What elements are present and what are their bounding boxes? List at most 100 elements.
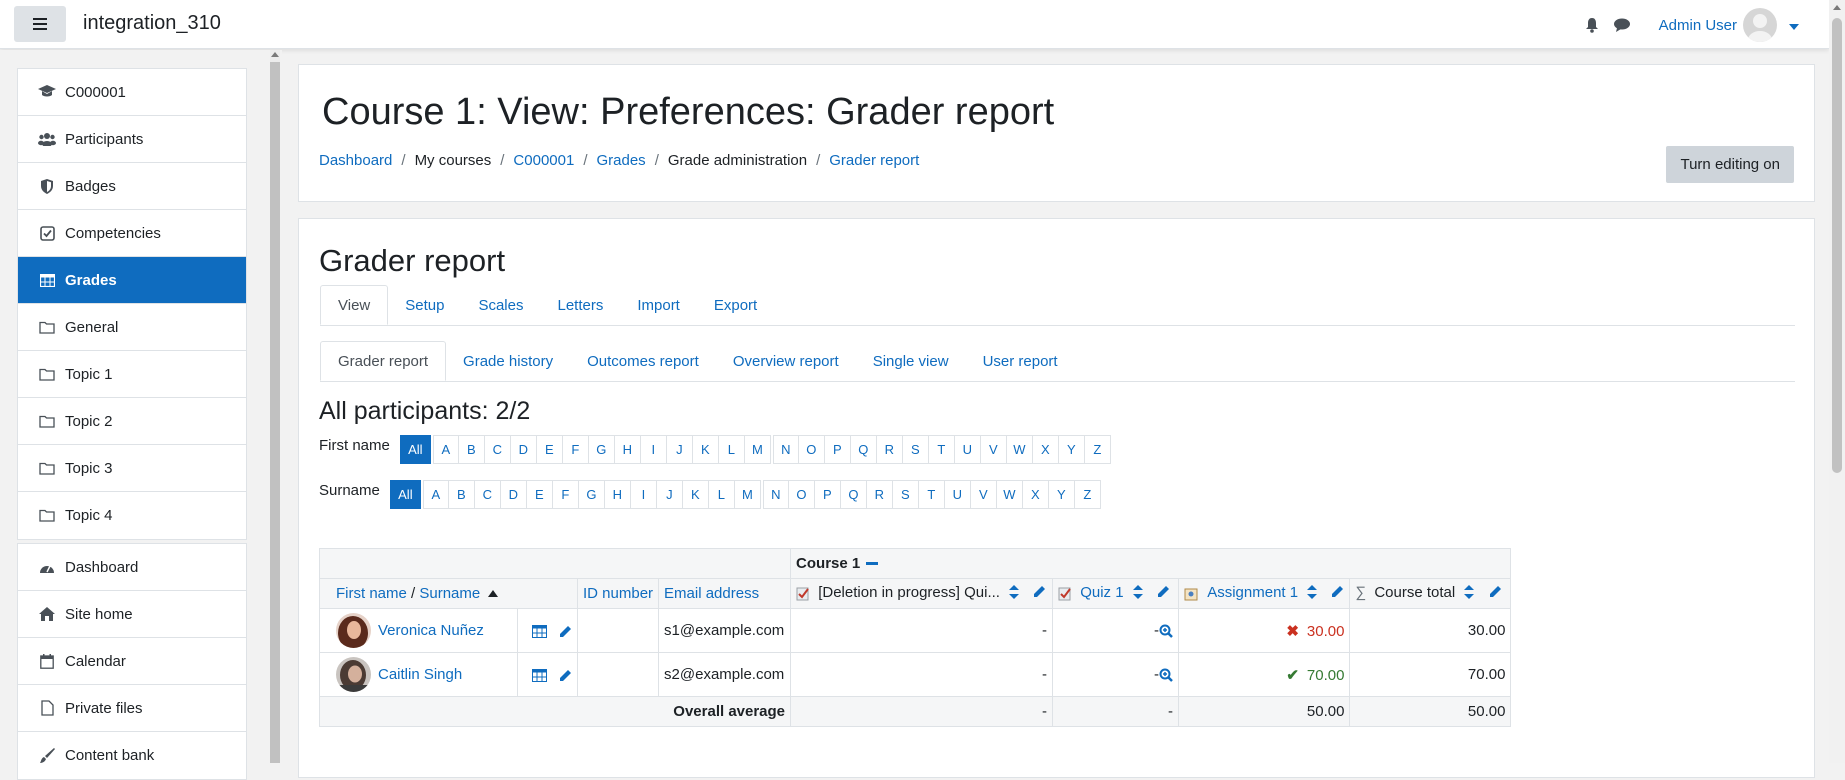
sort-icon[interactable] xyxy=(1132,584,1143,603)
avatar[interactable] xyxy=(1743,8,1777,42)
edit-pencil-icon[interactable] xyxy=(559,622,572,639)
email-header[interactable]: Email address xyxy=(658,578,792,609)
surname-initial-f[interactable]: F xyxy=(552,480,579,509)
drawer-scrollbar[interactable] xyxy=(270,50,280,763)
surname-all-button[interactable]: All xyxy=(389,480,421,509)
surname-initial-w[interactable]: W xyxy=(996,480,1023,509)
firstname-initial-y[interactable]: Y xyxy=(1058,435,1085,464)
surname-initial-l[interactable]: L xyxy=(708,480,735,509)
breadcrumb-item[interactable]: Grader report xyxy=(829,152,919,169)
firstname-initial-f[interactable]: F xyxy=(562,435,589,464)
menu-toggle-button[interactable] xyxy=(14,6,66,42)
breadcrumb-item[interactable]: C000001 xyxy=(513,152,574,169)
edit-pencil-icon[interactable] xyxy=(1033,585,1046,602)
surname-initial-z[interactable]: Z xyxy=(1074,480,1101,509)
tab-grade-history[interactable]: Grade history xyxy=(446,341,570,381)
firstname-initial-q[interactable]: Q xyxy=(850,435,877,464)
grade-cell[interactable]: - xyxy=(1052,608,1180,653)
firstname-initial-l[interactable]: L xyxy=(718,435,745,464)
firstname-initial-w[interactable]: W xyxy=(1006,435,1033,464)
table-icon[interactable] xyxy=(531,622,547,639)
grade-cell[interactable]: 30.00 xyxy=(1349,608,1512,653)
tab-setup[interactable]: Setup xyxy=(388,285,461,325)
surname-initial-a[interactable]: A xyxy=(422,480,449,509)
sidebar-item-site-home[interactable]: Site home xyxy=(18,591,246,638)
sidebar-item-general[interactable]: General xyxy=(18,304,246,351)
sidebar-item-topic-2[interactable]: Topic 2 xyxy=(18,398,246,445)
student-name-link[interactable]: Caitlin Singh xyxy=(378,666,462,683)
surname-initial-k[interactable]: K xyxy=(682,480,709,509)
tab-user-report[interactable]: User report xyxy=(966,341,1075,381)
grade-cell[interactable]: 70.00 xyxy=(1349,652,1512,697)
grade-cell[interactable]: ✖ 30.00 xyxy=(1178,608,1351,653)
surname-initial-r[interactable]: R xyxy=(866,480,893,509)
firstname-initial-e[interactable]: E xyxy=(536,435,563,464)
surname-initial-h[interactable]: H xyxy=(604,480,631,509)
student-name-link[interactable]: Veronica Nuñez xyxy=(378,622,484,639)
surname-initial-x[interactable]: X xyxy=(1022,480,1049,509)
table-icon[interactable] xyxy=(531,666,547,683)
messages-button[interactable] xyxy=(1607,10,1637,40)
firstname-initial-r[interactable]: R xyxy=(876,435,903,464)
turn-editing-on-button[interactable]: Turn editing on xyxy=(1666,146,1794,183)
surname-initial-b[interactable]: B xyxy=(448,480,475,509)
sidebar-item-participants[interactable]: Participants xyxy=(18,116,246,163)
firstname-initial-a[interactable]: A xyxy=(432,435,459,464)
item-header-assignment1[interactable]: Assignment 1 xyxy=(1178,578,1351,609)
tab-export[interactable]: Export xyxy=(697,285,774,325)
firstname-initial-c[interactable]: C xyxy=(484,435,511,464)
sidebar-item-content-bank[interactable]: Content bank xyxy=(18,732,246,779)
edit-pencil-icon[interactable] xyxy=(1489,585,1502,602)
surname-initial-j[interactable]: J xyxy=(656,480,683,509)
site-name[interactable]: integration_310 xyxy=(83,12,221,35)
item-header-quiz1[interactable]: Quiz 1 xyxy=(1052,578,1180,609)
sidebar-item-topic-4[interactable]: Topic 4 xyxy=(18,492,246,539)
avatar[interactable] xyxy=(336,657,371,692)
page-scrollbar[interactable] xyxy=(1829,0,1845,763)
sidebar-item-dashboard[interactable]: Dashboard xyxy=(18,544,246,591)
sidebar-item-badges[interactable]: Badges xyxy=(18,163,246,210)
surname-initial-y[interactable]: Y xyxy=(1048,480,1075,509)
firstname-initial-b[interactable]: B xyxy=(458,435,485,464)
avatar[interactable] xyxy=(336,613,371,648)
firstname-initial-n[interactable]: N xyxy=(772,435,799,464)
sidebar-item-private-files[interactable]: Private files xyxy=(18,685,246,732)
firstname-initial-t[interactable]: T xyxy=(928,435,955,464)
surname-initial-v[interactable]: V xyxy=(970,480,997,509)
grade-cell[interactable]: - xyxy=(790,608,1054,653)
breadcrumb-item[interactable]: Grades xyxy=(596,152,645,169)
sidebar-item-topic-1[interactable]: Topic 1 xyxy=(18,351,246,398)
edit-pencil-icon[interactable] xyxy=(559,666,572,683)
tab-grader-report[interactable]: Grader report xyxy=(320,341,447,381)
firstname-initial-m[interactable]: M xyxy=(744,435,771,464)
sidebar-item-topic-3[interactable]: Topic 3 xyxy=(18,445,246,492)
grade-cell[interactable]: ✔ 70.00 xyxy=(1178,652,1351,697)
sidebar-item-grades[interactable]: Grades xyxy=(18,257,246,304)
tab-letters[interactable]: Letters xyxy=(540,285,620,325)
grade-cell[interactable]: - xyxy=(1052,652,1180,697)
firstname-initial-o[interactable]: O xyxy=(798,435,825,464)
surname-initial-p[interactable]: P xyxy=(814,480,841,509)
tab-scales[interactable]: Scales xyxy=(461,285,540,325)
surname-initial-t[interactable]: T xyxy=(918,480,945,509)
breadcrumb-item[interactable]: Dashboard xyxy=(319,152,392,169)
zoom-icon[interactable] xyxy=(1159,622,1173,639)
tab-single-view[interactable]: Single view xyxy=(856,341,966,381)
surname-initial-q[interactable]: Q xyxy=(840,480,867,509)
user-menu-name[interactable]: Admin User xyxy=(1659,17,1737,34)
surname-initial-i[interactable]: I xyxy=(630,480,657,509)
firstname-initial-v[interactable]: V xyxy=(980,435,1007,464)
grade-cell[interactable]: - xyxy=(790,652,1054,697)
tab-overview-report[interactable]: Overview report xyxy=(716,341,856,381)
firstname-initial-p[interactable]: P xyxy=(824,435,851,464)
sidebar-item-c000001[interactable]: C000001 xyxy=(18,69,246,116)
sort-surname-link[interactable]: Surname xyxy=(419,585,480,602)
firstname-initial-h[interactable]: H xyxy=(614,435,641,464)
surname-initial-u[interactable]: U xyxy=(944,480,971,509)
firstname-initial-k[interactable]: K xyxy=(692,435,719,464)
firstname-initial-g[interactable]: G xyxy=(588,435,615,464)
firstname-initial-d[interactable]: D xyxy=(510,435,537,464)
firstname-initial-s[interactable]: S xyxy=(902,435,929,464)
tab-view[interactable]: View xyxy=(320,285,389,325)
firstname-initial-x[interactable]: X xyxy=(1032,435,1059,464)
